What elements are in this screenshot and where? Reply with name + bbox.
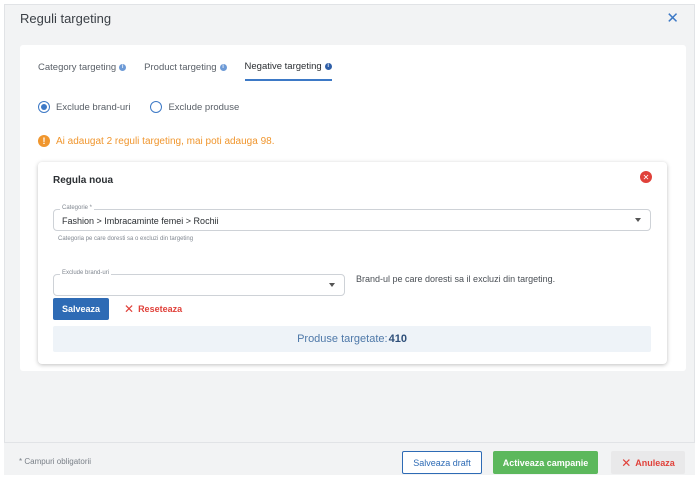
tab-negative-targeting[interactable]: Negative targeting i xyxy=(244,61,332,81)
chevron-down-icon xyxy=(635,218,641,222)
cancel-button[interactable]: ✕ Anuleaza xyxy=(611,451,685,474)
info-icon: i xyxy=(219,64,227,71)
close-icon[interactable]: ✕ xyxy=(666,11,679,26)
category-helper: Categoria pe care doresti sa o excluzi d… xyxy=(58,236,194,242)
modal-footer: * Campuri obligatorii Salveaza draft Act… xyxy=(4,442,695,475)
save-rule-button[interactable]: Salveaza xyxy=(53,298,109,320)
products-count: 410 xyxy=(388,333,407,345)
targeting-tabs: Category targeting i Product targeting i… xyxy=(38,61,332,81)
radio-exclude-brands[interactable]: Exclude brand-uri xyxy=(38,101,130,113)
exclude-brands-select[interactable]: Exclude brand-uri xyxy=(53,270,345,296)
tab-label: Negative targeting xyxy=(244,61,322,72)
info-icon: i xyxy=(119,64,127,71)
targeting-content: Category targeting i Product targeting i… xyxy=(20,45,686,371)
tab-category-targeting[interactable]: Category targeting i xyxy=(38,61,127,81)
category-select[interactable]: Categorie * Fashion > Imbracaminte femei… xyxy=(53,205,651,231)
modal-title: Reguli targeting xyxy=(20,10,112,26)
warning-text: Ai adaugat 2 reguli targeting, mai poti … xyxy=(56,135,275,147)
radio-checked-icon xyxy=(38,101,50,113)
remove-rule-icon[interactable]: ✕ xyxy=(640,171,652,183)
targeted-products-summary: Produse targetate: 410 xyxy=(53,326,651,352)
brands-label: Exclude brand-uri xyxy=(60,270,112,276)
required-fields-note: * Campuri obligatorii xyxy=(19,457,92,466)
category-label: Categorie * xyxy=(60,205,95,211)
radio-label: Exclude produse xyxy=(168,101,240,113)
tab-label: Category targeting xyxy=(38,62,117,73)
reset-rule-button[interactable]: ✕ Reseteaza xyxy=(124,298,182,320)
products-label: Produse targetate: xyxy=(297,333,388,345)
targeting-modal: Reguli targeting ✕ Category targeting i … xyxy=(4,4,695,475)
close-icon: ✕ xyxy=(621,455,632,470)
brands-helper: Brand-ul pe care doresti sa il excluzi d… xyxy=(356,274,556,284)
new-rule-card: Regula noua ✕ Categorie * Fashion > Imbr… xyxy=(38,162,667,364)
close-icon: ✕ xyxy=(124,302,135,316)
warning-icon: ! xyxy=(38,135,50,147)
category-value: Fashion > Imbracaminte femei > Rochii xyxy=(62,216,219,226)
tab-label: Product targeting xyxy=(144,62,217,73)
rule-title: Regula noua xyxy=(53,175,114,186)
tab-product-targeting[interactable]: Product targeting i xyxy=(144,61,227,81)
exclusion-type-radios: Exclude brand-uri Exclude produse xyxy=(38,101,239,113)
radio-unchecked-icon xyxy=(150,101,163,113)
activate-campaign-button[interactable]: Activeaza campanie xyxy=(493,451,598,474)
modal-header: Reguli targeting ✕ xyxy=(5,5,694,31)
chevron-down-icon xyxy=(329,283,335,287)
info-icon: i xyxy=(324,63,332,70)
cancel-label: Anuleaza xyxy=(635,457,675,468)
reset-label: Reseteaza xyxy=(138,304,183,314)
radio-exclude-products[interactable]: Exclude produse xyxy=(150,101,239,113)
rules-limit-warning: ! Ai adaugat 2 reguli targeting, mai pot… xyxy=(38,135,275,147)
save-draft-button[interactable]: Salveaza draft xyxy=(402,451,482,474)
radio-label: Exclude brand-uri xyxy=(56,101,131,113)
